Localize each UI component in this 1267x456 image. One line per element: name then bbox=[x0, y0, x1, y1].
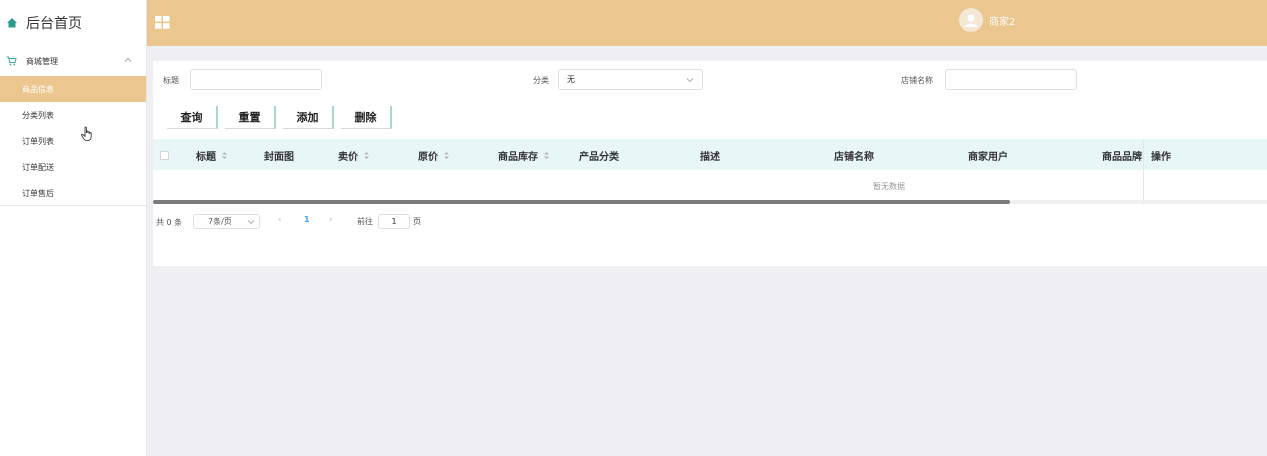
cart-icon bbox=[6, 56, 17, 66]
sidebar-item-label: 订单列表 bbox=[22, 136, 54, 146]
user-menu[interactable]: 商家2 bbox=[959, 8, 1015, 32]
add-button[interactable]: 添加 bbox=[283, 106, 334, 129]
home-icon bbox=[6, 17, 18, 29]
chevron-down-icon bbox=[686, 76, 694, 84]
category-filter-label: 分类 bbox=[533, 76, 549, 85]
sidebar-item-label: 商品信息 bbox=[22, 84, 54, 94]
sort-icon bbox=[221, 151, 228, 160]
shop-filter-label: 店铺名称 bbox=[901, 76, 933, 85]
prev-page-icon[interactable]: ‹ bbox=[278, 215, 282, 225]
sort-icon bbox=[363, 151, 370, 160]
column-header-label: 原价 bbox=[418, 152, 438, 163]
search-button[interactable]: 查询 bbox=[167, 106, 218, 129]
top-header: 商家2 bbox=[147, 0, 1267, 46]
page-unit-label: 页 bbox=[413, 217, 421, 226]
next-page-icon[interactable]: › bbox=[329, 215, 333, 225]
menu-group-label: 商城管理 bbox=[26, 56, 58, 66]
sidebar-home-link[interactable]: 后台首页 bbox=[0, 0, 146, 46]
category-select[interactable]: 无 bbox=[558, 69, 703, 90]
content-panel: 标题 分类 无 店铺名称 查询 重置 添加 删除 标题 封面图 卖价 原价 商品… bbox=[153, 61, 1267, 266]
menu-toggle-icon[interactable] bbox=[155, 16, 170, 29]
select-all-checkbox[interactable] bbox=[160, 151, 169, 160]
sidebar-item-order-delivery[interactable]: 订单配送 bbox=[0, 154, 146, 180]
scrollbar-thumb[interactable] bbox=[153, 200, 1010, 204]
sort-icon bbox=[443, 151, 450, 160]
chevron-up-icon bbox=[124, 56, 132, 64]
sidebar: 后台首页 商城管理 商品信息 分类列表 订单列表 订单配送 订单售后 bbox=[0, 0, 147, 456]
page-number[interactable]: 1 bbox=[304, 215, 310, 224]
shop-filter-input[interactable] bbox=[945, 69, 1077, 90]
chevron-down-icon bbox=[247, 218, 255, 226]
sidebar-item-label: 分类列表 bbox=[22, 110, 54, 120]
goto-page-value: 1 bbox=[391, 217, 397, 226]
goto-page-input[interactable]: 1 bbox=[378, 214, 410, 229]
menu-group-shop-management[interactable]: 商城管理 bbox=[0, 46, 146, 76]
page-size-select[interactable]: 7条/页 bbox=[193, 214, 260, 229]
table-empty-text: 暂无数据 bbox=[873, 182, 905, 191]
title-filter-label: 标题 bbox=[163, 76, 179, 85]
column-header-cover: 封面图 bbox=[264, 152, 294, 163]
reset-button[interactable]: 重置 bbox=[225, 106, 276, 129]
column-header-label: 标题 bbox=[196, 152, 216, 163]
column-header-brand: 商品品牌 bbox=[1102, 152, 1142, 163]
column-header-original-price[interactable]: 原价 bbox=[418, 148, 450, 163]
sidebar-title: 后台首页 bbox=[26, 16, 82, 32]
sidebar-divider bbox=[0, 205, 146, 206]
sidebar-item-label: 订单售后 bbox=[22, 188, 54, 198]
column-header-label: 商品库存 bbox=[498, 152, 538, 163]
page-size-value: 7条/页 bbox=[208, 217, 232, 226]
title-filter-input[interactable] bbox=[190, 69, 322, 90]
sort-icon bbox=[543, 151, 550, 160]
column-header-title[interactable]: 标题 bbox=[196, 148, 228, 163]
hand-pointer-icon bbox=[80, 126, 94, 142]
column-header-category: 产品分类 bbox=[579, 152, 619, 163]
horizontal-scrollbar[interactable] bbox=[153, 200, 1267, 204]
column-header-stock[interactable]: 商品库存 bbox=[498, 148, 550, 163]
category-select-value: 无 bbox=[567, 75, 575, 84]
table-header: 标题 封面图 卖价 原价 商品库存 产品分类 描述 店铺名称 商家用户 商品品牌… bbox=[153, 139, 1267, 170]
sidebar-item-order-list[interactable]: 订单列表 bbox=[0, 128, 146, 154]
column-header-label: 卖价 bbox=[338, 152, 358, 163]
avatar bbox=[959, 8, 983, 32]
goto-label: 前往 bbox=[357, 217, 373, 226]
sidebar-item-after-sales[interactable]: 订单售后 bbox=[0, 180, 146, 206]
sidebar-item-label: 订单配送 bbox=[22, 162, 54, 172]
user-name: 商家2 bbox=[989, 16, 1016, 28]
sidebar-item-category-list[interactable]: 分类列表 bbox=[0, 102, 146, 128]
column-header-merchant: 商家用户 bbox=[968, 152, 1008, 163]
column-header-actions: 操作 bbox=[1151, 152, 1171, 163]
column-header-description: 描述 bbox=[700, 152, 720, 163]
column-header-shop-name: 店铺名称 bbox=[834, 152, 874, 163]
sidebar-item-product-info[interactable]: 商品信息 bbox=[0, 76, 146, 102]
actions-column-divider bbox=[1143, 139, 1144, 205]
delete-button[interactable]: 删除 bbox=[341, 106, 392, 129]
column-header-price[interactable]: 卖价 bbox=[338, 148, 370, 163]
pagination-total: 共 0 条 bbox=[156, 217, 183, 227]
